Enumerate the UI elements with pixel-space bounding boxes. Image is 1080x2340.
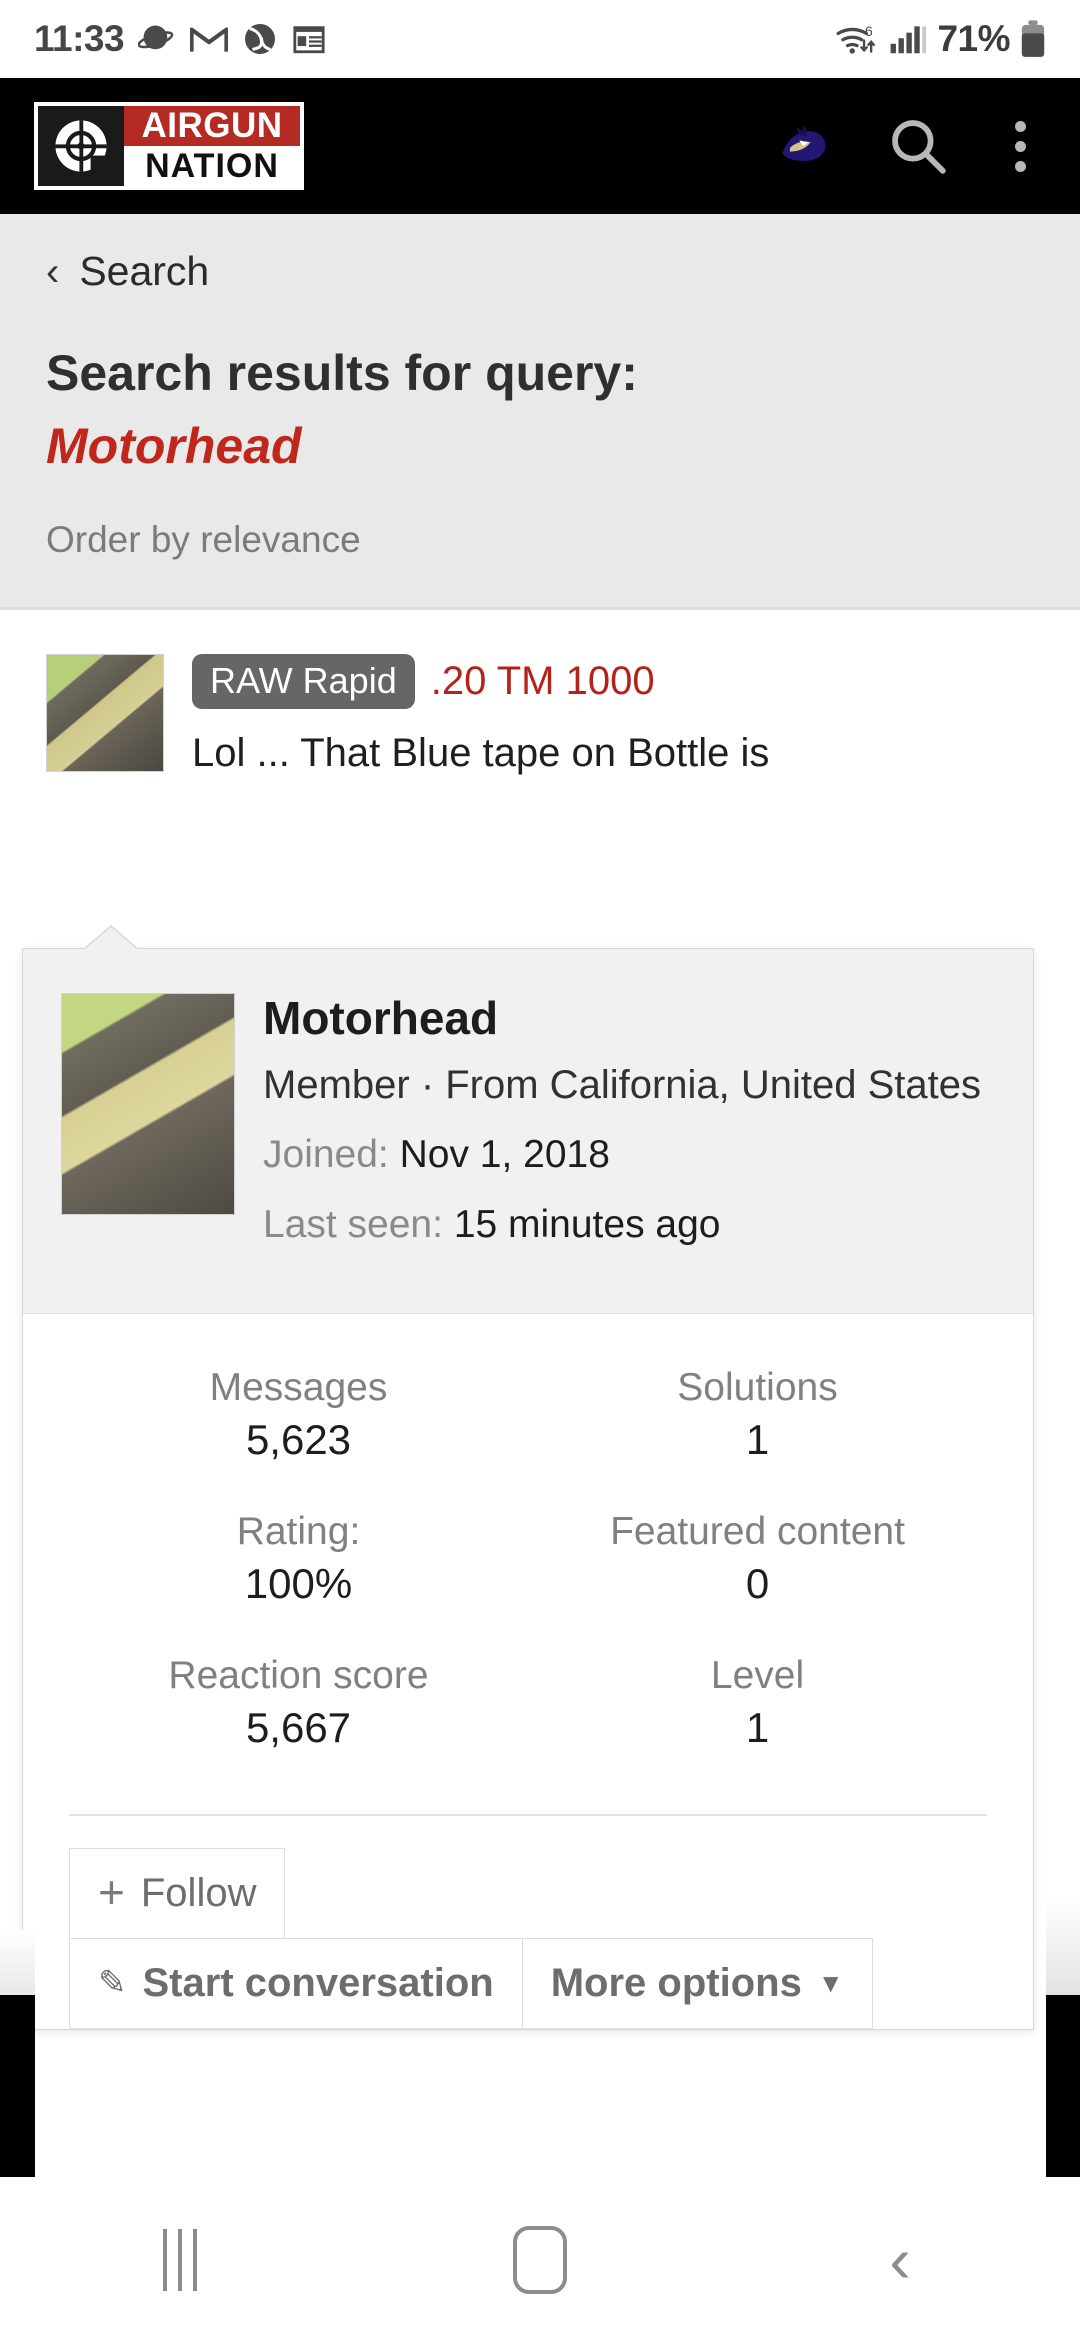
member-joined: Joined: Nov 1, 2018 [263,1133,995,1177]
result-prefix-tag[interactable]: RAW Rapid [192,653,415,710]
home-icon [513,2226,567,2294]
start-conversation-button[interactable]: ✎ Start conversation [69,1937,522,2029]
member-card-action-row: ✎ Start conversation More options ▼ [69,1937,987,2029]
plus-icon: + [98,1866,125,1919]
result-title[interactable]: .20 TM 1000 [431,659,655,704]
stat-label: Featured content [610,1509,905,1553]
member-card-header: Motorhead Member · From California, Unit… [23,949,1033,1314]
breadcrumb-label[interactable]: Search [79,248,209,295]
stat-value: 100% [244,1559,353,1607]
member-last-seen-value: 15 minutes ago [453,1202,721,1246]
recents-button[interactable] [80,2180,280,2340]
follow-button[interactable]: + Follow [69,1847,286,1939]
crosshair-target-icon [38,106,124,186]
stat-label: Solutions [677,1365,838,1409]
page-title: Search results for query: [46,345,638,401]
recents-icon [163,2229,197,2291]
kebab-menu-icon[interactable] [1005,115,1036,178]
battery-percentage: 71% [937,18,1010,59]
stat-value: 0 [745,1559,770,1607]
search-result-row[interactable]: RAW Rapid .20 TM 1000 Lol ... That Blue … [0,609,1080,777]
member-last-seen-label: Last seen: [263,1202,443,1246]
logo-text-airgun: AIRGUN [124,106,300,146]
stat-label: Level [710,1653,805,1697]
stat-label: Messages [209,1365,388,1409]
left-edge-fade [0,1930,35,1996]
stat-value: 1 [745,1415,770,1463]
member-stats: Messages Solutions 5,623 1 Rating: Featu… [23,1313,1033,1792]
stat-value: 5,667 [245,1703,352,1751]
search-icon[interactable] [887,115,949,177]
stat-label: Rating: [236,1509,361,1553]
caret-down-icon: ▼ [817,1967,844,1998]
follow-button-label: Follow [140,1870,257,1915]
right-black-bar [1046,1995,1080,2177]
back-button[interactable]: ‹ [800,2180,1000,2340]
search-heading-block: ‹ Search Search results for query: Motor… [0,214,1080,607]
calendar-icon [292,22,326,56]
more-options-button[interactable]: More options ▼ [521,1937,873,2029]
stat-value: 1 [745,1703,770,1751]
breadcrumb[interactable]: ‹ Search [46,248,1034,295]
result-snippet: Lol ... That Blue tape on Bottle is [192,731,770,776]
pencil-icon: ✎ [98,1964,127,2003]
more-options-label: More options [550,1960,802,2005]
site-header: AIRGUN NATION [0,78,1080,214]
battery-icon [1020,20,1046,58]
site-logo[interactable]: AIRGUN NATION [34,102,304,190]
member-avatar[interactable] [61,993,235,1215]
member-identity: Motorhead Member · From California, Unit… [263,993,995,1273]
member-last-seen: Last seen: 15 minutes ago [263,1203,995,1247]
home-button[interactable] [440,2180,640,2340]
start-conversation-label: Start conversation [142,1960,494,2005]
stat-value: 5,623 [245,1415,352,1463]
result-title-line: RAW Rapid .20 TM 1000 [192,653,1034,710]
search-query-text: Motorhead [46,417,302,474]
status-bar-clock: 11:33 [34,18,125,59]
status-bar-right: 6 71% [835,18,1046,60]
cellular-signal-icon [889,23,927,55]
stat-label: Reaction score [168,1653,429,1697]
header-actions [775,115,1054,178]
logo-text-nation: NATION [124,146,300,186]
result-body: RAW Rapid .20 TM 1000 Lol ... That Blue … [192,653,1034,777]
planet-icon [137,20,176,58]
baseball-icon [242,21,278,57]
status-bar: 11:33 6 71% [0,0,1080,78]
member-username[interactable]: Motorhead [263,993,995,1044]
back-icon: ‹ [889,2224,911,2296]
system-nav-bar: ‹ [0,2180,1080,2340]
wifi-6-icon: 6 [835,21,879,57]
svg-text:6: 6 [865,23,873,39]
left-black-bar [0,1995,35,2177]
member-tooltip-card: Motorhead Member · From California, Unit… [22,925,1034,2030]
result-thumbnail [46,653,164,772]
card-arrow [85,927,137,949]
order-by-label[interactable]: Order by relevance [46,519,1034,561]
right-edge-fade [1046,1900,1080,1996]
member-card-actions: + Follow ✎ Start conversation More optio… [23,1816,1033,2029]
chevron-left-icon[interactable]: ‹ [46,252,59,292]
member-joined-value: Nov 1, 2018 [399,1132,610,1176]
member-joined-label: Joined: [263,1132,389,1176]
status-bar-left: 11:33 [34,18,326,60]
gmail-icon [189,24,229,54]
member-stats-grid: Messages Solutions 5,623 1 Rating: Featu… [69,1350,987,1782]
user-avatar-ravens-icon[interactable] [775,123,831,169]
member-role-location: Member · From California, United States [263,1062,982,1107]
